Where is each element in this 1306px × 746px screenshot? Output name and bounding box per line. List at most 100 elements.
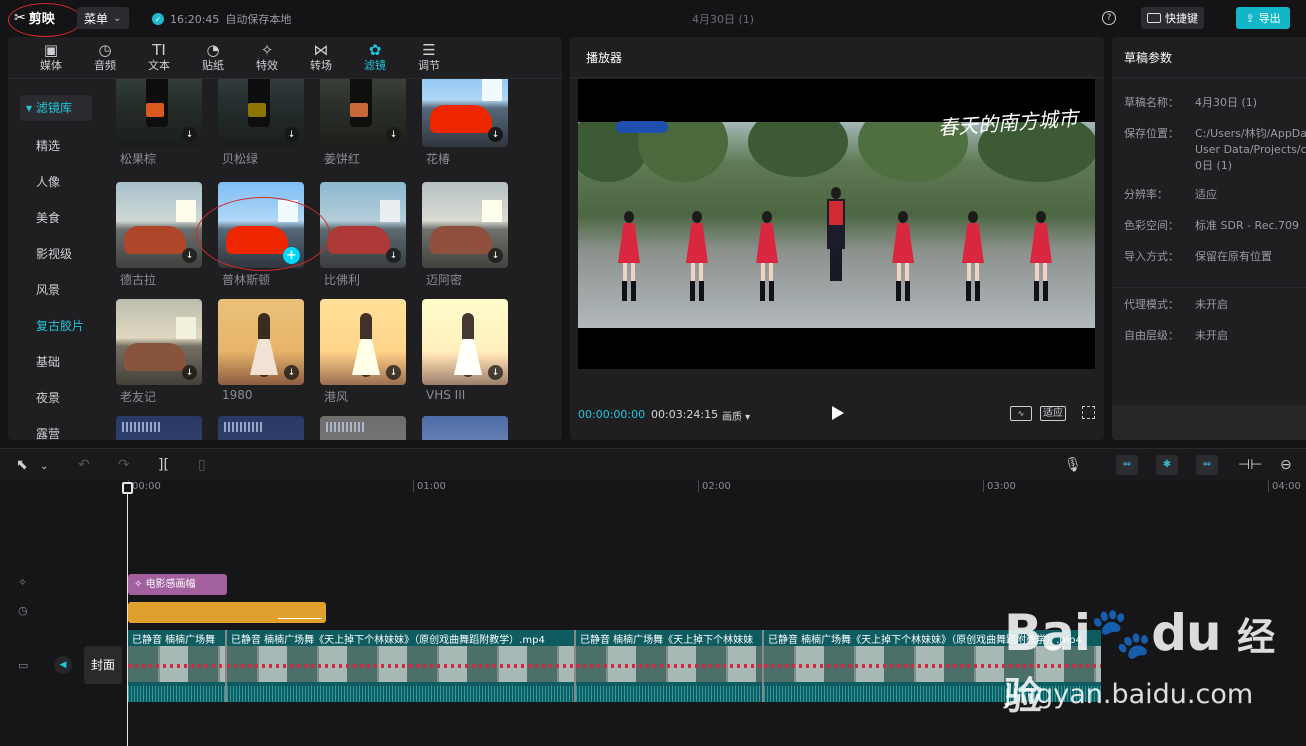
tab-sticker[interactable]: ◔ 贴纸 [186, 37, 240, 78]
filter-item[interactable] [422, 416, 508, 440]
quality-dropdown[interactable]: 画质 ▾ [722, 408, 750, 423]
download-icon[interactable]: ↓ [488, 248, 503, 263]
materials-panel: ▣ 媒体 ◷ 音频 TI 文本 ◔ 贴纸 ✧ 特效 ⋈ 转场 ✿ 滤镜 ☰ 调节 ▾ 滤镜库 精… [8, 37, 562, 440]
play-button[interactable] [832, 406, 844, 420]
export-label: 导出 [1258, 12, 1281, 25]
check-icon: ✓ [152, 13, 164, 25]
undo-icon[interactable]: ↶ [78, 457, 90, 473]
filter-sidebar: ▾ 滤镜库 精选 人像 美食 影视级 风景 复古胶片 基础 夜景 露营 [8, 79, 104, 440]
filter-item[interactable]: ↓ 港风 [320, 299, 406, 405]
menu-button[interactable]: 菜单 ⌄ [77, 7, 129, 29]
video-track[interactable]: 已静音 楠楠广场舞 已静音 楠楠广场舞《天上掉下个林妹妹》（原创戏曲舞蹈附教学）… [128, 630, 1101, 702]
download-icon[interactable]: ↓ [488, 365, 503, 380]
waveform-icon[interactable]: ∿ [1010, 406, 1032, 421]
linkage-icon[interactable]: ⇔ [1196, 455, 1218, 475]
filter-item[interactable]: ↓ 迈阿密 [422, 182, 508, 288]
effect-clip[interactable]: ✧ 电影感画幅 [128, 574, 227, 595]
download-icon[interactable]: ↓ [284, 365, 299, 380]
autosave-status: ✓ 16:20:45 自动保存本地 [152, 11, 291, 27]
download-icon[interactable]: ↓ [386, 127, 401, 142]
download-icon[interactable]: ↓ [182, 127, 197, 142]
delete-icon[interactable]: ▯ [198, 457, 206, 473]
sidebar-item-camping[interactable]: 露营 [20, 421, 92, 440]
download-icon[interactable]: ↓ [182, 248, 197, 263]
filter-item[interactable]: ↓ 贝松绿 [218, 79, 304, 167]
sidebar-item-landscape[interactable]: 风景 [20, 277, 92, 303]
video-clip[interactable]: 已静音 楠楠广场舞《天上掉下个林妹妹》（原创戏曲舞蹈附教学）.mp4 [227, 630, 576, 702]
filter-item[interactable]: ↓ 比佛利 [320, 182, 406, 288]
tab-adjust[interactable]: ☰ 调节 [402, 37, 456, 78]
tab-audio[interactable]: ◷ 音频 [78, 37, 132, 78]
tab-media[interactable]: ▣ 媒体 [24, 37, 78, 78]
filter-thumbnail: ↓ [320, 299, 406, 385]
export-button[interactable]: ⇪ 导出 [1236, 7, 1290, 29]
download-icon[interactable]: ↓ [386, 248, 401, 263]
sidebar-item-featured[interactable]: 精选 [20, 133, 92, 159]
draft-footer [1112, 405, 1306, 440]
filter-item[interactable]: ↓ 1980 [218, 299, 304, 402]
annotation-circle-filter [196, 197, 330, 271]
baidu-watermark: Bai🐾du 经验 jingyan.baidu.com [1004, 604, 1306, 721]
playhead-handle[interactable] [122, 482, 133, 494]
tab-transition[interactable]: ⋈ 转场 [294, 37, 348, 78]
snap-icon[interactable]: ✱ [1156, 455, 1178, 475]
export-icon: ⇪ [1245, 11, 1255, 25]
draft-params-panel: 草稿参数 草稿名称： 4月30日 (1) 保存位置： C:/Users/林钧/App… [1112, 37, 1306, 440]
annotation-circle-logo [8, 3, 82, 37]
video-preview[interactable]: 春天的南方城市 [578, 79, 1095, 369]
adjust-icon: ☰ [422, 41, 436, 59]
download-icon[interactable]: ↓ [284, 127, 299, 142]
preview-axis-icon[interactable]: ⊣⊢ [1238, 457, 1262, 473]
sidebar-item-filter-library[interactable]: ▾ 滤镜库 [20, 95, 92, 121]
filter-item[interactable] [218, 416, 304, 440]
keyboard-icon [1147, 13, 1161, 23]
tab-text[interactable]: TI 文本 [132, 37, 186, 78]
split-icon[interactable]: ][ [158, 457, 169, 473]
filter-item[interactable] [320, 416, 406, 440]
draft-title: 草稿参数 [1124, 51, 1173, 65]
filter-item[interactable]: ↓ 老友记 [116, 299, 202, 405]
zoom-out-icon[interactable]: ⊖ [1280, 457, 1292, 473]
redo-icon[interactable]: ↷ [118, 457, 130, 473]
help-icon[interactable]: ? [1102, 11, 1116, 25]
video-clip[interactable]: 已静音 楠楠广场舞 [128, 630, 227, 702]
ruler-label: 00:00 [132, 481, 161, 492]
audio-icon: ◷ [98, 41, 112, 59]
filter-thumbnail: ↓ [218, 299, 304, 385]
filter-item[interactable]: ↓ 德古拉 [116, 182, 202, 288]
filter-item[interactable] [116, 416, 202, 440]
mute-icon[interactable]: ◀ [54, 656, 72, 674]
sidebar-item-cinematic[interactable]: 影视级 [20, 241, 92, 267]
tab-filter[interactable]: ✿ 滤镜 [348, 37, 402, 78]
filter-item[interactable]: ↓ VHS III [422, 299, 508, 402]
sidebar-item-basic[interactable]: 基础 [20, 349, 92, 375]
filter-grid: ↓ 松果棕 ↓ 贝松绿 ↓ 姜饼红 ↓ 花椿 ↓ 德古拉 + 普林斯顿 ↓ 比佛利 ↓ 迈阿密 … [116, 79, 562, 440]
watermark-url: jingyan.baidu.com [1004, 679, 1254, 710]
link-main-track-icon[interactable]: ⇔ [1116, 455, 1138, 475]
fullscreen-icon[interactable] [1082, 406, 1095, 419]
cover-button[interactable]: 封面 [84, 646, 122, 684]
download-icon[interactable]: ↓ [182, 365, 197, 380]
save-text: 自动保存本地 [225, 13, 292, 26]
filter-item[interactable]: ↓ 松果棕 [116, 79, 202, 167]
tab-effects[interactable]: ✧ 特效 [240, 37, 294, 78]
sidebar-item-night[interactable]: 夜景 [20, 385, 92, 411]
download-icon[interactable]: ↓ [386, 365, 401, 380]
microphone-icon[interactable]: 🎙 [1064, 457, 1082, 473]
player-panel: 播放器 春天的南方城市 00:00:00:00 00:03:24:15 画质 ▾… [570, 37, 1104, 440]
filter-icon: ✿ [368, 41, 382, 59]
select-tool-icon[interactable]: ⬉ [16, 457, 28, 473]
fit-button[interactable]: 适应 [1040, 406, 1066, 421]
sidebar-item-retro-film[interactable]: 复古胶片 [20, 313, 92, 339]
video-frame [578, 122, 1095, 328]
filter-item[interactable]: ↓ 姜饼红 [320, 79, 406, 167]
filter-clip[interactable] [128, 602, 326, 623]
download-icon[interactable]: ↓ [488, 127, 503, 142]
sidebar-item-portrait[interactable]: 人像 [20, 169, 92, 195]
sidebar-item-food[interactable]: 美食 [20, 205, 92, 231]
shortcut-button[interactable]: 快捷键 [1141, 7, 1204, 29]
playhead[interactable] [127, 486, 128, 746]
chevron-down-icon[interactable]: ⌄ [40, 459, 48, 475]
video-clip[interactable]: 已静音 楠楠广场舞《天上掉下个林妹妹 [576, 630, 764, 702]
filter-item[interactable]: ↓ 花椿 [422, 79, 508, 167]
